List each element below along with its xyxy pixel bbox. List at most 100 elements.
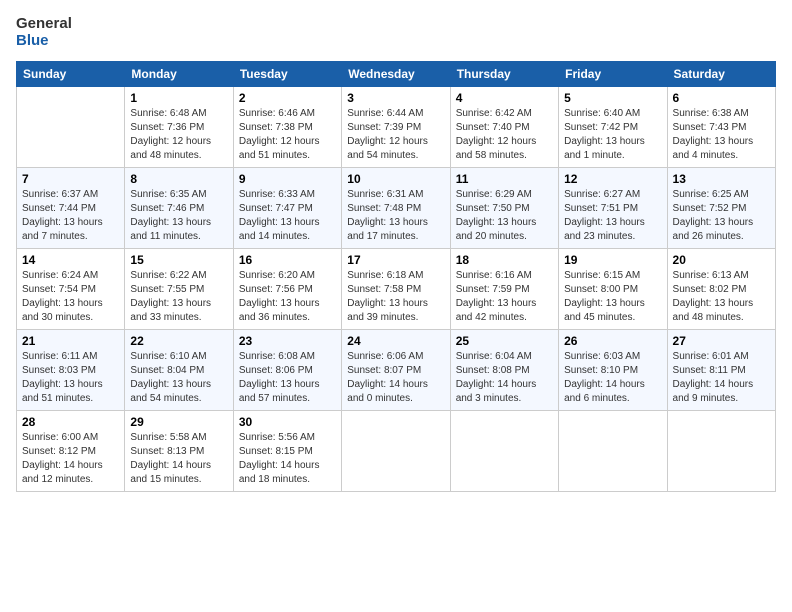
cell-content: Sunrise: 6:46 AM Sunset: 7:38 PM Dayligh…	[239, 107, 336, 163]
cell-content: Sunrise: 6:38 AM Sunset: 7:43 PM Dayligh…	[673, 107, 770, 163]
cell-5-5	[450, 411, 558, 492]
cell-content: Sunrise: 6:35 AM Sunset: 7:46 PM Dayligh…	[130, 188, 227, 244]
day-number: 21	[22, 334, 119, 348]
week-row-1: 1 Sunrise: 6:48 AM Sunset: 7:36 PM Daylig…	[17, 87, 776, 168]
cell-content: Sunrise: 6:33 AM Sunset: 7:47 PM Dayligh…	[239, 188, 336, 244]
cell-3-4: 17 Sunrise: 6:18 AM Sunset: 7:58 PM Dayli…	[342, 249, 450, 330]
logo: General Blue General Blue	[16, 16, 72, 49]
cell-4-2: 22 Sunrise: 6:10 AM Sunset: 8:04 PM Dayli…	[125, 330, 233, 411]
day-number: 15	[130, 253, 227, 267]
cell-2-4: 10 Sunrise: 6:31 AM Sunset: 7:48 PM Dayli…	[342, 168, 450, 249]
cell-content: Sunrise: 6:10 AM Sunset: 8:04 PM Dayligh…	[130, 350, 227, 406]
day-number: 26	[564, 334, 661, 348]
day-number: 29	[130, 415, 227, 429]
cell-3-2: 15 Sunrise: 6:22 AM Sunset: 7:55 PM Dayli…	[125, 249, 233, 330]
day-number: 7	[22, 172, 119, 186]
cell-3-5: 18Sunrise: 6:16 AM Sunset: 7:59 PM Dayli…	[450, 249, 558, 330]
col-header-wednesday: Wednesday	[342, 62, 450, 87]
day-number: 12	[564, 172, 661, 186]
cell-4-6: 26 Sunrise: 6:03 AM Sunset: 8:10 PM Dayli…	[559, 330, 667, 411]
day-number: 2	[239, 91, 336, 105]
cell-1-1	[17, 87, 125, 168]
cell-content: Sunrise: 6:22 AM Sunset: 7:55 PM Dayligh…	[130, 269, 227, 325]
day-number: 5	[564, 91, 661, 105]
col-header-thursday: Thursday	[450, 62, 558, 87]
cell-content: Sunrise: 6:03 AM Sunset: 8:10 PM Dayligh…	[564, 350, 661, 406]
cell-content: Sunrise: 6:13 AM Sunset: 8:02 PM Dayligh…	[673, 269, 770, 325]
week-row-2: 7 Sunrise: 6:37 AM Sunset: 7:44 PM Daylig…	[17, 168, 776, 249]
week-row-3: 14 Sunrise: 6:24 AM Sunset: 7:54 PM Dayli…	[17, 249, 776, 330]
cell-5-7	[667, 411, 775, 492]
cell-5-3: 30 Sunrise: 5:56 AM Sunset: 8:15 PM Dayli…	[233, 411, 341, 492]
day-number: 3	[347, 91, 444, 105]
logo-text-general: General	[16, 16, 72, 33]
cell-5-1: 28 Sunrise: 6:00 AM Sunset: 8:12 PM Dayli…	[17, 411, 125, 492]
cell-3-1: 14 Sunrise: 6:24 AM Sunset: 7:54 PM Dayli…	[17, 249, 125, 330]
day-number: 13	[673, 172, 770, 186]
cell-1-5: 4Sunrise: 6:42 AM Sunset: 7:40 PM Daylig…	[450, 87, 558, 168]
cell-1-4: 3 Sunrise: 6:44 AM Sunset: 7:39 PM Daylig…	[342, 87, 450, 168]
cell-content: Sunrise: 6:48 AM Sunset: 7:36 PM Dayligh…	[130, 107, 227, 163]
cell-content: Sunrise: 6:29 AM Sunset: 7:50 PM Dayligh…	[456, 188, 553, 244]
cell-content: Sunrise: 5:58 AM Sunset: 8:13 PM Dayligh…	[130, 431, 227, 487]
cell-3-6: 19Sunrise: 6:15 AM Sunset: 8:00 PM Dayli…	[559, 249, 667, 330]
cell-4-1: 21 Sunrise: 6:11 AM Sunset: 8:03 PM Dayli…	[17, 330, 125, 411]
col-header-sunday: Sunday	[17, 62, 125, 87]
cell-content: Sunrise: 6:11 AM Sunset: 8:03 PM Dayligh…	[22, 350, 119, 406]
day-number: 17	[347, 253, 444, 267]
day-number: 22	[130, 334, 227, 348]
cell-4-4: 24 Sunrise: 6:06 AM Sunset: 8:07 PM Dayli…	[342, 330, 450, 411]
cell-content: Sunrise: 6:44 AM Sunset: 7:39 PM Dayligh…	[347, 107, 444, 163]
cell-5-6	[559, 411, 667, 492]
cell-content: Sunrise: 5:56 AM Sunset: 8:15 PM Dayligh…	[239, 431, 336, 487]
cell-2-3: 9 Sunrise: 6:33 AM Sunset: 7:47 PM Daylig…	[233, 168, 341, 249]
day-number: 23	[239, 334, 336, 348]
cell-content: Sunrise: 6:08 AM Sunset: 8:06 PM Dayligh…	[239, 350, 336, 406]
header-row: SundayMondayTuesdayWednesdayThursdayFrid…	[17, 62, 776, 87]
cell-3-3: 16Sunrise: 6:20 AM Sunset: 7:56 PM Dayli…	[233, 249, 341, 330]
cell-content: Sunrise: 6:42 AM Sunset: 7:40 PM Dayligh…	[456, 107, 553, 163]
cell-content: Sunrise: 6:04 AM Sunset: 8:08 PM Dayligh…	[456, 350, 553, 406]
cell-content: Sunrise: 6:27 AM Sunset: 7:51 PM Dayligh…	[564, 188, 661, 244]
cell-1-7: 6Sunrise: 6:38 AM Sunset: 7:43 PM Daylig…	[667, 87, 775, 168]
cell-content: Sunrise: 6:25 AM Sunset: 7:52 PM Dayligh…	[673, 188, 770, 244]
col-header-saturday: Saturday	[667, 62, 775, 87]
cell-content: Sunrise: 6:24 AM Sunset: 7:54 PM Dayligh…	[22, 269, 119, 325]
day-number: 10	[347, 172, 444, 186]
day-number: 8	[130, 172, 227, 186]
cell-content: Sunrise: 6:18 AM Sunset: 7:58 PM Dayligh…	[347, 269, 444, 325]
cell-content: Sunrise: 6:37 AM Sunset: 7:44 PM Dayligh…	[22, 188, 119, 244]
day-number: 27	[673, 334, 770, 348]
week-row-4: 21 Sunrise: 6:11 AM Sunset: 8:03 PM Dayli…	[17, 330, 776, 411]
day-number: 25	[456, 334, 553, 348]
calendar-table: SundayMondayTuesdayWednesdayThursdayFrid…	[16, 61, 776, 492]
cell-4-3: 23 Sunrise: 6:08 AM Sunset: 8:06 PM Dayli…	[233, 330, 341, 411]
cell-1-6: 5 Sunrise: 6:40 AM Sunset: 7:42 PM Daylig…	[559, 87, 667, 168]
day-number: 30	[239, 415, 336, 429]
cell-content: Sunrise: 6:06 AM Sunset: 8:07 PM Dayligh…	[347, 350, 444, 406]
cell-4-5: 25 Sunrise: 6:04 AM Sunset: 8:08 PM Dayli…	[450, 330, 558, 411]
col-header-monday: Monday	[125, 62, 233, 87]
day-number: 20	[673, 253, 770, 267]
cell-content: Sunrise: 6:00 AM Sunset: 8:12 PM Dayligh…	[22, 431, 119, 487]
cell-content: Sunrise: 6:15 AM Sunset: 8:00 PM Dayligh…	[564, 269, 661, 325]
cell-content: Sunrise: 6:40 AM Sunset: 7:42 PM Dayligh…	[564, 107, 661, 163]
day-number: 24	[347, 334, 444, 348]
cell-5-4	[342, 411, 450, 492]
week-row-5: 28 Sunrise: 6:00 AM Sunset: 8:12 PM Dayli…	[17, 411, 776, 492]
day-number: 14	[22, 253, 119, 267]
logo-text-blue: Blue	[16, 33, 72, 50]
day-number: 28	[22, 415, 119, 429]
day-number: 11	[456, 172, 553, 186]
day-number: 9	[239, 172, 336, 186]
day-number: 1	[130, 91, 227, 105]
cell-content: Sunrise: 6:01 AM Sunset: 8:11 PM Dayligh…	[673, 350, 770, 406]
cell-2-5: 11 Sunrise: 6:29 AM Sunset: 7:50 PM Dayli…	[450, 168, 558, 249]
cell-1-2: 1 Sunrise: 6:48 AM Sunset: 7:36 PM Daylig…	[125, 87, 233, 168]
cell-2-2: 8 Sunrise: 6:35 AM Sunset: 7:46 PM Daylig…	[125, 168, 233, 249]
cell-2-6: 12 Sunrise: 6:27 AM Sunset: 7:51 PM Dayli…	[559, 168, 667, 249]
col-header-tuesday: Tuesday	[233, 62, 341, 87]
cell-content: Sunrise: 6:31 AM Sunset: 7:48 PM Dayligh…	[347, 188, 444, 244]
page-header: General Blue General Blue	[16, 16, 776, 49]
day-number: 16	[239, 253, 336, 267]
